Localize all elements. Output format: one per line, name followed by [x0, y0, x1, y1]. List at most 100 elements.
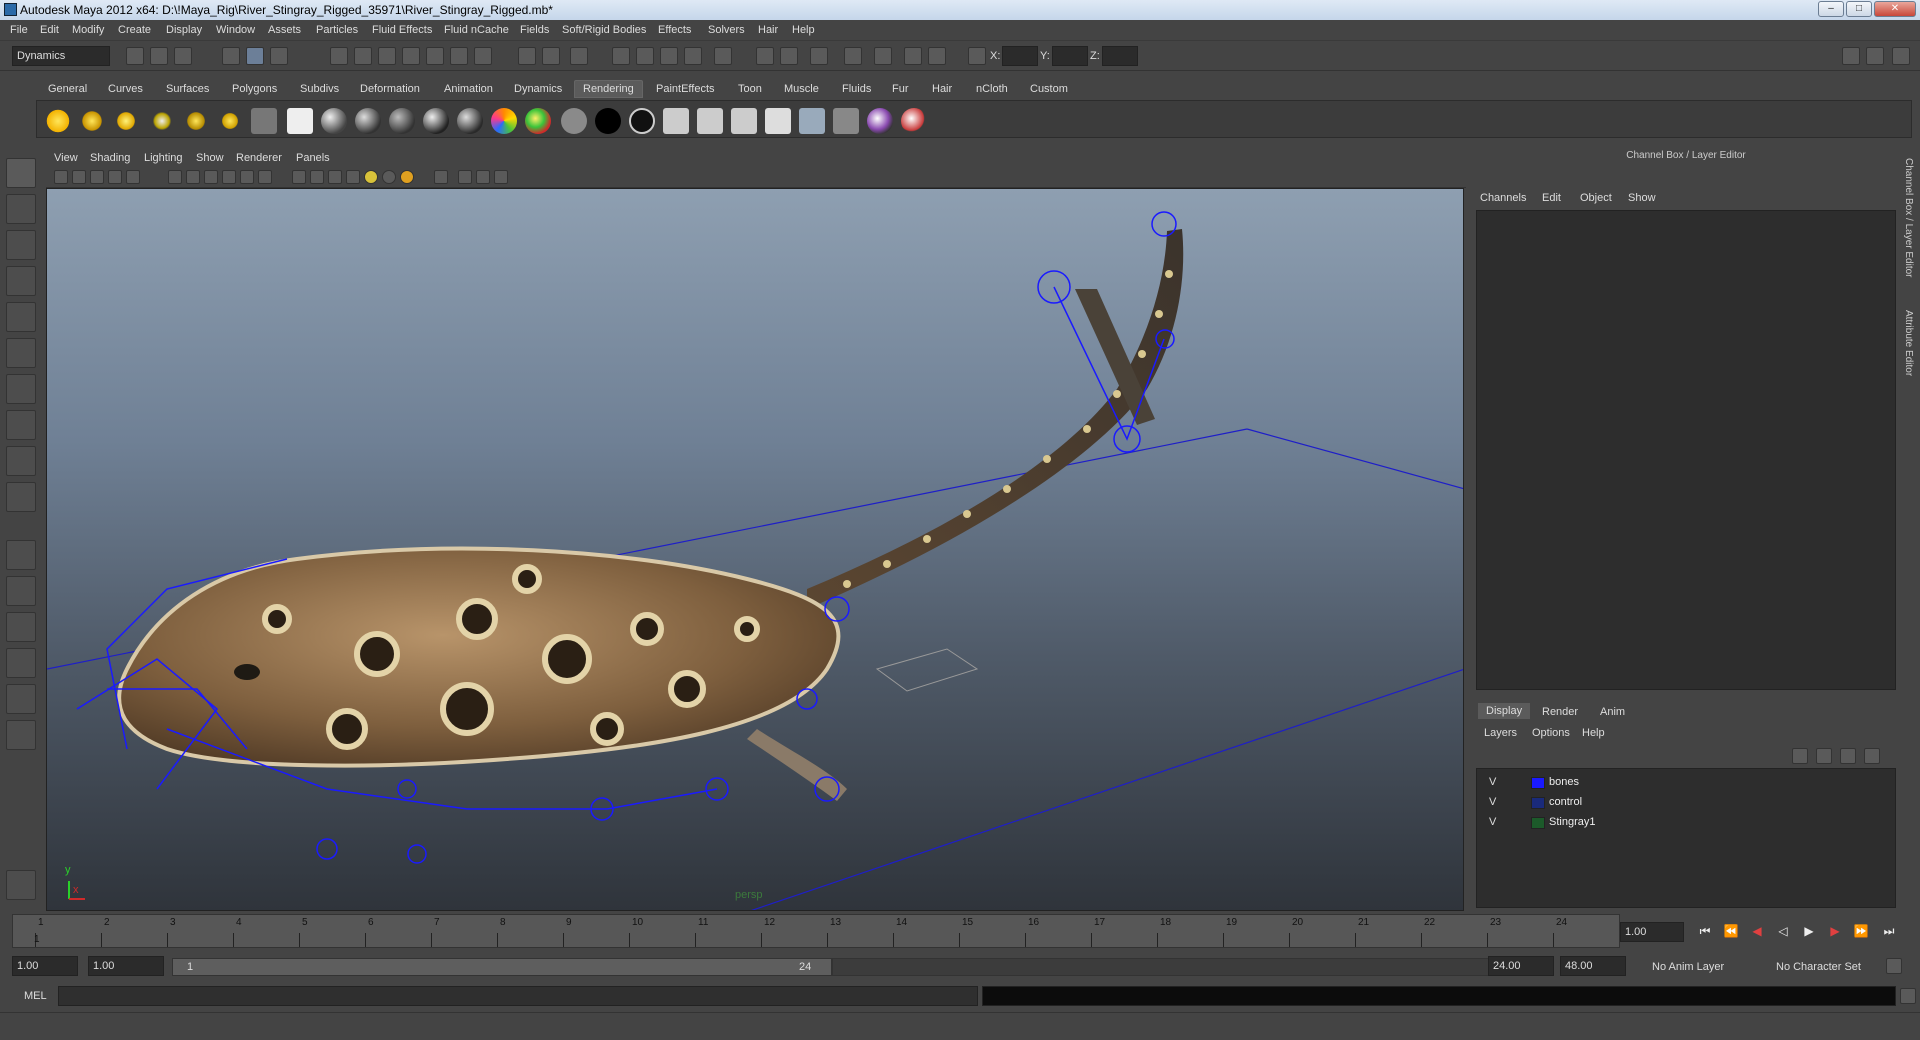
playback-start-field[interactable]: 1.00 — [88, 956, 164, 976]
persp-graph-hypershade-layout-icon[interactable] — [6, 720, 36, 750]
layer-color-swatch[interactable] — [1531, 777, 1545, 789]
point-light-icon[interactable] — [113, 108, 139, 134]
input-ops-icon[interactable] — [570, 47, 588, 65]
select-object-icon[interactable] — [246, 47, 264, 65]
side-tab-channel-box[interactable]: Channel Box / Layer Editor — [1903, 158, 1914, 278]
layer-menu-help[interactable]: Help — [1582, 727, 1605, 739]
new-empty-layer-icon[interactable] — [1840, 748, 1856, 764]
use-background-icon[interactable] — [595, 108, 621, 134]
perspective-viewport[interactable]: y x persp — [46, 188, 1464, 911]
persp-graph-layout-icon[interactable] — [6, 648, 36, 678]
go-to-end-button[interactable]: ⏭ — [1880, 922, 1898, 940]
new-scene-icon[interactable] — [126, 47, 144, 65]
show-manipulator-icon[interactable] — [6, 446, 36, 476]
step-back-key-button[interactable]: ⏪ — [1722, 922, 1740, 940]
new-layer-selected-icon[interactable] — [1864, 748, 1880, 764]
single-perspective-layout-icon[interactable] — [6, 540, 36, 570]
resolution-gate-icon[interactable] — [204, 170, 218, 184]
menu-particles[interactable]: Particles — [316, 24, 358, 36]
show-hide-icon[interactable] — [714, 47, 732, 65]
ipr-icon[interactable] — [765, 108, 791, 134]
wireframe-on-shaded-icon[interactable] — [328, 170, 342, 184]
shelf-tab-animation[interactable]: Animation — [444, 83, 493, 95]
command-input[interactable] — [58, 986, 978, 1006]
history-icon[interactable] — [518, 47, 536, 65]
menu-fluid-effects[interactable]: Fluid Effects — [372, 24, 432, 36]
xray-components-icon[interactable] — [494, 170, 508, 184]
ramp-shader-icon[interactable] — [491, 108, 517, 134]
batch-render-shelf-icon[interactable] — [833, 108, 859, 134]
range-slider-handle[interactable]: 1 24 — [172, 958, 832, 976]
film-gate-icon[interactable] — [186, 170, 200, 184]
xray-icon[interactable] — [458, 170, 472, 184]
volume-light-icon[interactable] — [217, 108, 243, 134]
viewport-menu-shading[interactable]: Shading — [90, 152, 130, 164]
construction-history-icon[interactable] — [542, 47, 560, 65]
field-chart-icon[interactable] — [240, 170, 254, 184]
grid-icon[interactable] — [168, 170, 182, 184]
2d-pan-zoom-icon[interactable] — [126, 170, 140, 184]
move-layer-down-icon[interactable] — [1816, 748, 1832, 764]
render-texture-icon[interactable] — [663, 108, 689, 134]
viewport-menu-renderer[interactable]: Renderer — [236, 152, 282, 164]
playback-end-field[interactable]: 24.00 — [1488, 956, 1554, 976]
menu-modify[interactable]: Modify — [72, 24, 104, 36]
use-all-lights-icon[interactable] — [364, 170, 378, 184]
hypershade-icon[interactable] — [684, 47, 702, 65]
anisotropic-shader-icon[interactable] — [321, 108, 347, 134]
snap-grid-icon[interactable] — [330, 47, 348, 65]
command-language-toggle[interactable]: MEL — [24, 990, 47, 1002]
render-view-shelf-icon[interactable] — [287, 108, 313, 134]
phong-shader-icon[interactable] — [423, 108, 449, 134]
layer-row[interactable]: V Stingray1 — [1477, 813, 1895, 833]
wireframe-icon[interactable] — [292, 170, 306, 184]
menuset-dropdown[interactable]: Dynamics — [12, 46, 110, 66]
select-component-icon[interactable] — [270, 47, 288, 65]
ipr-render-icon[interactable] — [636, 47, 654, 65]
shelf-tab-custom[interactable]: Custom — [1030, 83, 1068, 95]
snap-surface-icon[interactable] — [426, 47, 444, 65]
menu-file[interactable]: File — [10, 24, 28, 36]
shelf-tab-painteffects[interactable]: PaintEffects — [656, 83, 715, 95]
menu-display[interactable]: Display — [166, 24, 202, 36]
surface-shader-icon[interactable] — [561, 108, 587, 134]
graph-icon[interactable] — [928, 47, 946, 65]
auto-key-icon[interactable] — [1886, 958, 1902, 974]
menu-solvers[interactable]: Solvers — [708, 24, 745, 36]
shelf-tab-curves[interactable]: Curves — [108, 83, 143, 95]
shelf-tab-polygons[interactable]: Polygons — [232, 83, 277, 95]
render-view-icon[interactable] — [756, 47, 774, 65]
quick-layout-icon[interactable] — [6, 870, 36, 900]
script-editor-icon[interactable] — [1900, 988, 1916, 1004]
spot-light-icon[interactable] — [149, 108, 175, 134]
menu-help[interactable]: Help — [792, 24, 815, 36]
universal-manipulator-icon[interactable] — [6, 374, 36, 404]
paint-select-tool-icon[interactable] — [6, 230, 36, 260]
layer-tab-render[interactable]: Render — [1542, 706, 1578, 718]
render-settings-icon[interactable] — [660, 47, 678, 65]
camera-icon[interactable] — [844, 47, 862, 65]
lambert-shader-icon[interactable] — [389, 108, 415, 134]
lasso-tool-icon[interactable] — [6, 194, 36, 224]
isolate-select-icon[interactable] — [434, 170, 448, 184]
menu-soft-rigid-bodies[interactable]: Soft/Rigid Bodies — [562, 24, 646, 36]
side-tab-attribute-editor[interactable]: Attribute Editor — [1903, 310, 1914, 376]
show-channel-box-icon[interactable] — [1892, 47, 1910, 65]
move-tool-icon[interactable] — [6, 266, 36, 296]
layer-visibility-toggle[interactable]: V — [1489, 776, 1496, 788]
render-snapshot-icon[interactable] — [731, 108, 757, 134]
viewport-menu-lighting[interactable]: Lighting — [144, 152, 183, 164]
y-field[interactable] — [1052, 46, 1088, 66]
gate-mask-icon[interactable] — [222, 170, 236, 184]
menu-create[interactable]: Create — [118, 24, 151, 36]
shelf-tab-deformation[interactable]: Deformation — [360, 83, 420, 95]
shadows-icon[interactable] — [382, 170, 396, 184]
select-tool-icon[interactable] — [6, 158, 36, 188]
phonge-shader-icon[interactable] — [457, 108, 483, 134]
range-slider-track[interactable] — [832, 958, 1496, 976]
viewport-menu-panels[interactable]: Panels — [296, 152, 330, 164]
channel-box-menu-channels[interactable]: Channels — [1480, 192, 1526, 204]
character-set-dropdown[interactable]: No Character Set — [1776, 961, 1861, 973]
channel-box-menu-object[interactable]: Object — [1580, 192, 1612, 204]
move-layer-up-icon[interactable] — [1792, 748, 1808, 764]
